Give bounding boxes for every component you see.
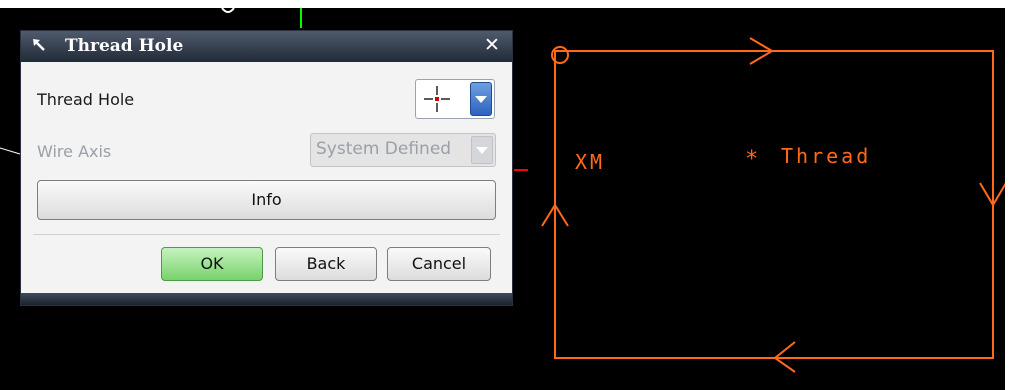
wire-axis-label: Wire Axis (37, 142, 112, 161)
cancel-button[interactable]: Cancel (387, 247, 491, 281)
thread-point-dropdown-button[interactable] (470, 82, 492, 116)
ok-button[interactable]: OK (161, 247, 263, 281)
thread-hole-label: Thread Hole (37, 90, 135, 109)
chevron-down-icon (475, 96, 487, 103)
thread-marker: * (745, 147, 762, 172)
thread-point-selector[interactable] (415, 79, 495, 119)
dialog-body: Thread Hole Wire Axis System Defined Inf… (21, 62, 512, 293)
wire-axis-select: System Defined (310, 133, 496, 167)
thread-point-icon (424, 86, 450, 112)
thread-label: Thread (781, 144, 872, 168)
thread-hole-dialog: Thread Hole ✕ Thread Hole Wire Axis Syst… (20, 30, 513, 306)
wire-axis-value: System Defined (316, 139, 452, 159)
dialog-titlebar[interactable]: Thread Hole ✕ (21, 31, 512, 62)
dialog-footer (21, 293, 512, 305)
wire-path (554, 50, 994, 359)
white-arc-fragment (221, 8, 235, 13)
white-wire-fragment (0, 147, 21, 155)
pin-icon[interactable] (32, 38, 48, 54)
wire-axis-dropdown-button (471, 136, 493, 164)
cad-viewport: XM * Thread Thread Hole ✕ Thread Hole Wi… (0, 0, 1019, 390)
dialog-title: Thread Hole (65, 36, 184, 56)
info-button[interactable]: Info (37, 180, 496, 220)
xm-label: XM (575, 150, 606, 174)
close-icon[interactable]: ✕ (482, 35, 502, 55)
back-button[interactable]: Back (275, 247, 377, 281)
chevron-down-icon (476, 147, 488, 154)
button-separator (33, 234, 500, 235)
